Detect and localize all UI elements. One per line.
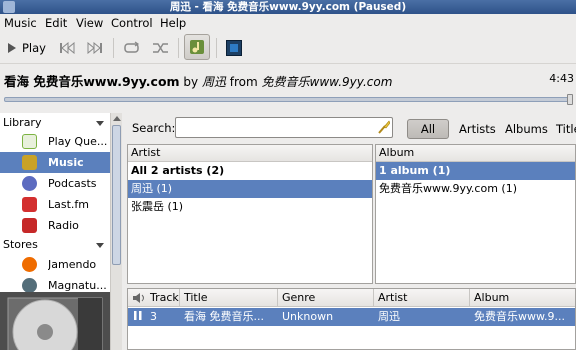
jamendo-icon <box>22 257 37 272</box>
chevron-down-icon[interactable] <box>96 121 104 126</box>
menu-edit[interactable]: Edit <box>45 16 67 30</box>
now-playing-text: 看海 免费音乐www.9yy.com by 周迅 from 免费音乐www.9y… <box>4 71 392 90</box>
column-genre[interactable]: Genre <box>278 289 374 307</box>
album-browser-pane: Album 1 album (1) 免费音乐www.9yy.com (1) <box>375 144 576 284</box>
library-header[interactable]: Library <box>3 116 41 129</box>
now-playing-by: by <box>183 75 199 89</box>
now-playing-bar: 看海 免费音乐www.9yy.com by 周迅 from 免费音乐www.9y… <box>0 64 576 94</box>
column-track[interactable]: Track <box>128 289 180 307</box>
now-playing-title: 看海 免费音乐www.9yy.com <box>4 74 180 89</box>
column-track-label: Track <box>150 291 179 304</box>
music-library-icon <box>190 40 204 54</box>
filter-albums-button[interactable]: Albums <box>505 119 548 139</box>
sidebar-item-label: Magnatu... <box>48 279 107 292</box>
magnatune-icon <box>22 278 37 293</box>
filter-all-button[interactable]: All <box>407 119 449 139</box>
track-album: 免费音乐www.9... <box>474 310 565 323</box>
chevron-down-icon[interactable] <box>96 243 104 248</box>
cd-case-icon <box>0 292 110 350</box>
window-title: 周迅 - 看海 免费音乐www.9yy.com (Paused) <box>169 1 407 13</box>
menu-help[interactable]: Help <box>160 16 186 30</box>
library-toggle-button[interactable] <box>184 34 210 60</box>
pause-icon <box>130 308 144 326</box>
column-album[interactable]: Album <box>470 289 576 307</box>
scrollbar-thumb[interactable] <box>112 125 121 265</box>
sidebar-item-label: Music <box>48 156 84 169</box>
seek-slider[interactable] <box>4 94 573 105</box>
sidebar-item-music[interactable]: Music <box>0 152 110 173</box>
repeat-button[interactable] <box>123 36 141 60</box>
music-note-icon <box>22 155 37 170</box>
column-title[interactable]: Title <box>180 289 278 307</box>
sidebar-scrollbar[interactable] <box>110 113 122 350</box>
menu-view[interactable]: View <box>76 16 103 30</box>
elapsed-time: 4:43 <box>549 72 574 85</box>
speaker-icon <box>133 293 144 303</box>
menubar: Music Edit View Control Help <box>0 14 576 32</box>
sidebar-item-lastfm[interactable]: Last.fm <box>0 194 110 215</box>
track-number: 3 <box>150 310 157 323</box>
toolbar: Play <box>0 32 576 64</box>
toolbar-separator <box>113 38 114 58</box>
repeat-icon <box>124 41 140 53</box>
sidebar-item-play-queue[interactable]: Play Que... <box>0 131 110 152</box>
search-label: Search: <box>132 121 176 135</box>
shuffle-icon <box>153 43 168 53</box>
scroll-up-arrow-icon[interactable] <box>113 116 121 121</box>
album-row-all[interactable]: 1 album (1) <box>376 162 575 180</box>
album-art-cover <box>0 292 110 350</box>
previous-icon <box>60 42 75 54</box>
window-titlebar: 周迅 - 看海 免费音乐www.9yy.com (Paused) <box>0 0 576 14</box>
table-row[interactable]: 3 看海 免费音乐... Unknown 周迅 免费音乐www.9... <box>128 308 575 326</box>
seek-slider-handle[interactable] <box>567 94 573 105</box>
lastfm-icon <box>22 197 37 212</box>
podcast-icon <box>22 176 37 191</box>
search-input[interactable] <box>175 117 393 138</box>
track-list: Track Title Genre Artist Album 3 看海 免费音乐… <box>127 288 576 350</box>
filter-title-button[interactable]: Title <box>556 119 576 139</box>
sidebar-item-label: Radio <box>48 219 79 232</box>
visualization-button[interactable] <box>226 36 242 60</box>
play-icon <box>8 43 16 53</box>
clear-search-icon[interactable] <box>377 120 391 134</box>
next-button[interactable] <box>87 36 103 60</box>
sidebar-item-label: Last.fm <box>48 198 89 211</box>
artist-browser-pane: Artist All 2 artists (2) 周迅 (1) 张震岳 (1) <box>127 144 373 284</box>
artist-column-header[interactable]: Artist <box>128 145 372 162</box>
stores-header[interactable]: Stores <box>3 238 38 251</box>
sidebar-item-label: Play Que... <box>48 135 108 148</box>
now-playing-album: 免费音乐www.9yy.com <box>261 75 393 89</box>
artist-row[interactable]: 周迅 (1) <box>128 180 372 198</box>
sidebar-item-radio[interactable]: Radio <box>0 215 110 236</box>
menu-control[interactable]: Control <box>111 16 153 30</box>
next-icon <box>87 42 102 54</box>
album-row[interactable]: 免费音乐www.9yy.com (1) <box>376 180 575 198</box>
artist-row[interactable]: 张震岳 (1) <box>128 198 372 216</box>
sidebar-item-label: Podcasts <box>48 177 97 190</box>
play-queue-icon <box>22 134 37 149</box>
toolbar-separator <box>178 38 179 58</box>
toolbar-separator <box>216 38 217 58</box>
album-column-header[interactable]: Album <box>376 145 575 162</box>
play-button[interactable]: Play <box>8 36 46 60</box>
track-artist: 周迅 <box>378 310 400 323</box>
play-button-label: Play <box>22 41 46 55</box>
now-playing-from: from <box>229 75 258 89</box>
now-playing-artist: 周迅 <box>201 75 226 89</box>
track-genre: Unknown <box>282 310 334 323</box>
sidebar-item-jamendo[interactable]: Jamendo <box>0 254 110 275</box>
shuffle-button[interactable] <box>152 36 170 60</box>
filter-artists-button[interactable]: Artists <box>459 119 496 139</box>
visualization-icon <box>226 40 242 56</box>
artist-row-all[interactable]: All 2 artists (2) <box>128 162 372 180</box>
sidebar-item-podcasts[interactable]: Podcasts <box>0 173 110 194</box>
sidebar-item-label: Jamendo <box>48 258 97 271</box>
column-artist[interactable]: Artist <box>374 289 470 307</box>
track-title: 看海 免费音乐... <box>184 310 264 323</box>
previous-button[interactable] <box>59 36 75 60</box>
radio-icon <box>22 218 37 233</box>
menu-music[interactable]: Music <box>4 16 37 30</box>
track-list-header: Track Title Genre Artist Album <box>128 289 575 307</box>
